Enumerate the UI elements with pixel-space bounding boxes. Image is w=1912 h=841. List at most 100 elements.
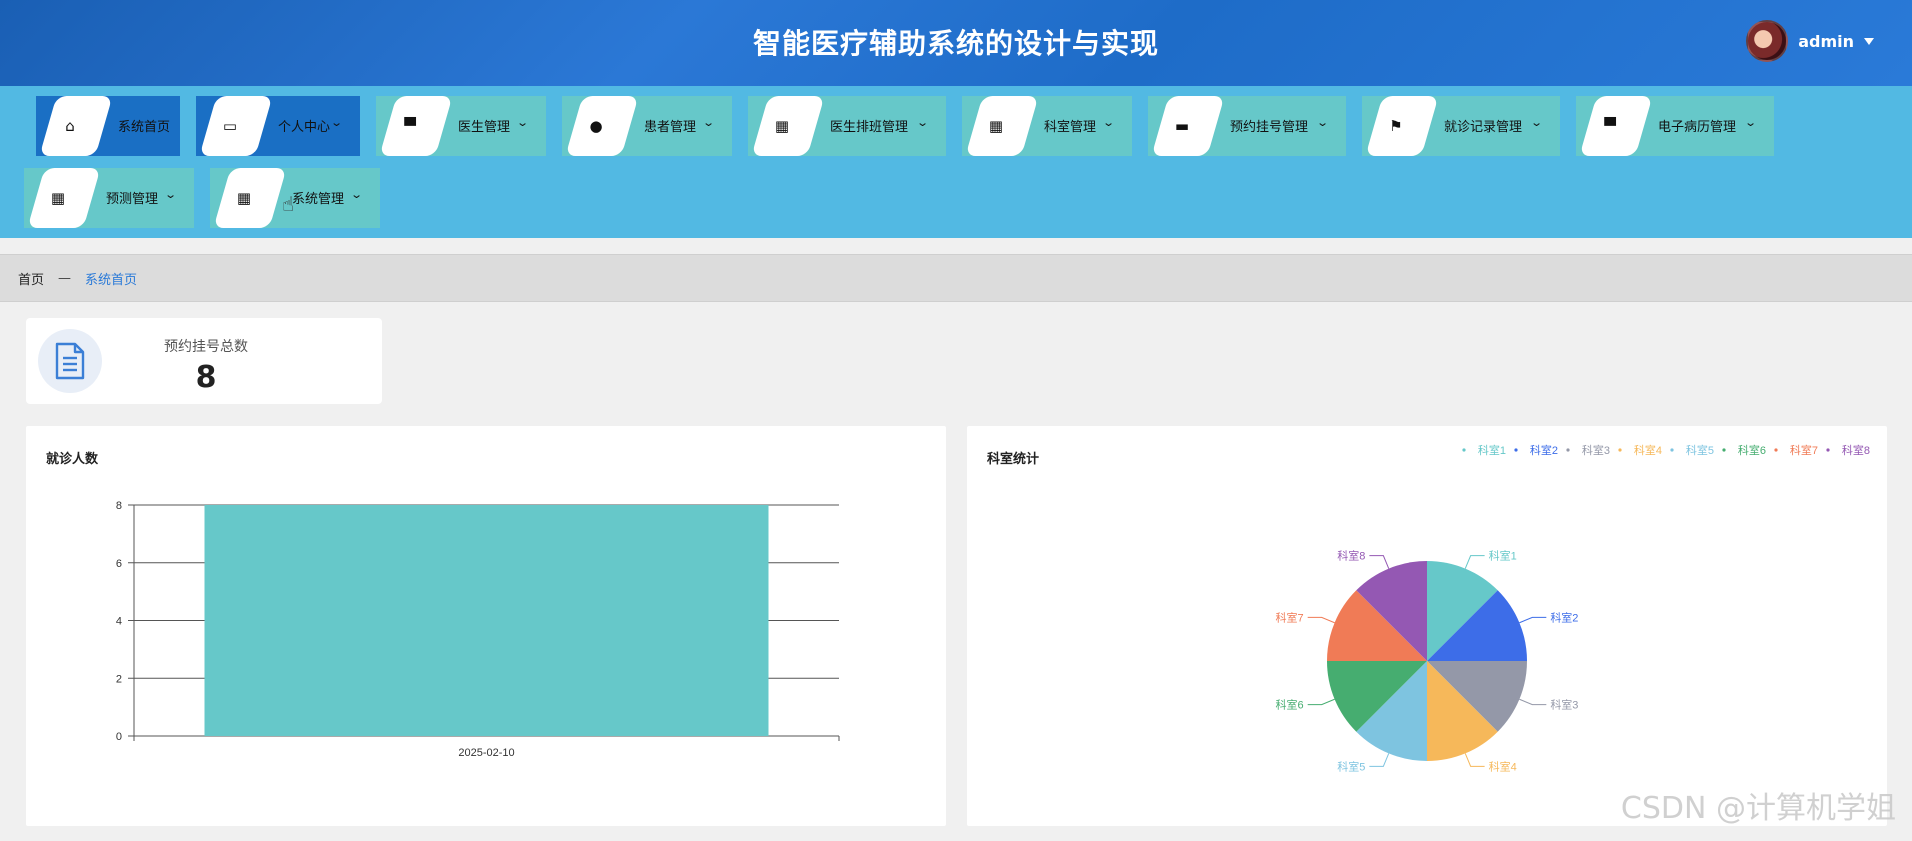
nav-item-label: 系统首页 xyxy=(118,120,171,135)
pie-label-6: 科室7 xyxy=(1276,610,1304,624)
top-header: 智能医疗辅助系统的设计与实现 admin xyxy=(0,0,1912,86)
chevron-down-icon: ⌄ xyxy=(1744,116,1758,129)
pie-leader-7 xyxy=(1369,555,1390,569)
legend-dot-0[interactable] xyxy=(1462,448,1466,452)
pie-label-4: 科室5 xyxy=(1337,759,1365,773)
nav-item-label: 科室管理 xyxy=(1044,120,1097,135)
bar-0 xyxy=(204,505,769,736)
nav-item-label: 医生管理 xyxy=(458,120,511,135)
x-tick-label-0: 2025-02-10 xyxy=(458,747,514,759)
nav-item-8[interactable]: ⚑ 就诊记录管理 ⌄ xyxy=(1362,96,1560,156)
message-icon: ▬ xyxy=(1174,117,1190,135)
bulb-icon: ● xyxy=(589,117,603,135)
pie-leader-0 xyxy=(1464,555,1485,569)
username[interactable]: admin xyxy=(1798,32,1854,51)
flag-icon: ⚑ xyxy=(1389,117,1403,135)
chevron-down-icon: ⌄ xyxy=(330,116,344,129)
watermark: CSDN @计算机学姐 xyxy=(1620,791,1896,826)
y-tick-label-4: 8 xyxy=(116,500,122,512)
legend-label-6[interactable]: 科室7 xyxy=(1790,443,1818,457)
home-icon: ⌂ xyxy=(65,117,75,135)
legend-dot-2[interactable] xyxy=(1566,448,1570,452)
pie-leader-4 xyxy=(1369,753,1390,767)
hand-cursor-icon: ☝ xyxy=(282,192,295,216)
legend-dot-3[interactable] xyxy=(1618,448,1622,452)
legend-label-1[interactable]: 科室2 xyxy=(1530,443,1558,457)
legend-dot-5[interactable] xyxy=(1722,448,1726,452)
stat-value: 8 xyxy=(195,360,217,395)
breadcrumb-current: 系统首页 xyxy=(85,272,138,288)
nav-item-label: 医生排班管理 xyxy=(830,120,909,135)
nav-item-label: 患者管理 xyxy=(644,120,697,135)
document-icon xyxy=(38,329,102,393)
grid-icon: ▦ xyxy=(774,117,790,135)
legend-dot-7[interactable] xyxy=(1826,448,1830,452)
nav-item-11[interactable]: ▦ 系统管理 ⌄ xyxy=(210,168,380,228)
pie-label-3: 科室4 xyxy=(1489,759,1517,773)
nav-item-9[interactable]: ▀ 电子病历管理 ⌄ xyxy=(1576,96,1774,156)
legend-dot-1[interactable] xyxy=(1514,448,1518,452)
chevron-down-icon: ⌄ xyxy=(1530,116,1544,129)
nav-item-1[interactable]: ⌂ 系统首页 xyxy=(36,96,180,156)
legend-label-2[interactable]: 科室3 xyxy=(1582,443,1610,457)
legend-label-3[interactable]: 科室4 xyxy=(1634,443,1662,457)
nav-item-6[interactable]: ▦ 科室管理 ⌄ xyxy=(962,96,1132,156)
pie-label-5: 科室6 xyxy=(1276,698,1304,712)
department-chart-panel: 科室统计 科室1 科室2 科室3 科室4 科室5 科室6 科室7 科室8 科室8 科室7 科室6 科室… xyxy=(967,426,1887,826)
nav-item-label: 预约挂号管理 xyxy=(1230,120,1309,135)
legend-label-7[interactable]: 科室8 xyxy=(1842,443,1870,457)
pie-leader-3 xyxy=(1464,753,1485,767)
nav-item-10[interactable]: ▦ 预测管理 ⌄ xyxy=(24,168,194,228)
grid-icon: ▦ xyxy=(988,117,1004,135)
pie-label-0: 科室1 xyxy=(1489,549,1517,563)
stat-label: 预约挂号总数 xyxy=(164,339,248,355)
chevron-down-icon: ⌄ xyxy=(702,116,716,129)
nav-item-7[interactable]: ▬ 预约挂号管理 ⌄ xyxy=(1148,96,1346,156)
chevron-down-icon: ⌄ xyxy=(1316,116,1330,129)
legend-label-0[interactable]: 科室1 xyxy=(1478,443,1506,457)
department-pie-chart: 科室1 科室2 科室3 科室4 科室5 科室6 科室7 科室8 科室8 科室7 科室6 科室5 科室4 科… xyxy=(1276,443,1870,773)
chevron-down-icon: ⌄ xyxy=(916,116,930,129)
user-menu[interactable]: admin xyxy=(1746,20,1874,62)
nav-item-2[interactable]: ▭ 个人中心 ⌄ xyxy=(196,96,360,156)
pie-leader-6 xyxy=(1307,616,1335,624)
chevron-down-icon: ⌄ xyxy=(516,116,530,129)
pie-label-1: 科室2 xyxy=(1550,610,1578,624)
brush-icon: ▀ xyxy=(404,117,416,135)
pie-leader-1 xyxy=(1519,616,1547,624)
pie-leader-5 xyxy=(1307,698,1335,706)
y-tick-label-3: 6 xyxy=(116,558,122,570)
y-tick-label-1: 2 xyxy=(116,673,122,685)
nav-item-label: 系统管理 xyxy=(292,192,345,207)
pie-leader-2 xyxy=(1519,698,1547,706)
grid-icon: ▦ xyxy=(236,189,252,207)
pie-label-7: 科室8 xyxy=(1337,549,1365,563)
y-tick-label-2: 4 xyxy=(116,616,122,628)
legend-label-5[interactable]: 科室6 xyxy=(1738,443,1766,457)
monitor-icon: ▀ xyxy=(1604,117,1616,135)
caret-down-icon[interactable] xyxy=(1864,37,1874,45)
nav-item-label: 个人中心 xyxy=(278,120,331,135)
breadcrumb-separator: — xyxy=(58,270,72,286)
nav-item-label: 预测管理 xyxy=(106,192,159,207)
visits-bar-chart: 0 2 4 6 8 2025-02-10 xyxy=(116,500,840,759)
legend-label-4[interactable]: 科室5 xyxy=(1686,443,1714,457)
visits-chart-panel: 就诊人数 0 2 4 6 8 2025-02-10 xyxy=(26,426,946,826)
nav-item-4[interactable]: ● 患者管理 ⌄ xyxy=(562,96,732,156)
legend-dot-4[interactable] xyxy=(1670,448,1674,452)
breadcrumb-home[interactable]: 首页 xyxy=(18,269,44,288)
chevron-down-icon: ⌄ xyxy=(350,188,364,201)
legend-dot-6[interactable] xyxy=(1774,448,1778,452)
nav-item-label: 电子病历管理 xyxy=(1658,120,1737,135)
nav-item-3[interactable]: ▀ 医生管理 ⌄ xyxy=(376,96,546,156)
chevron-down-icon: ⌄ xyxy=(1102,116,1116,129)
nav-item-5[interactable]: ▦ 医生排班管理 ⌄ xyxy=(748,96,946,156)
user-avatar[interactable] xyxy=(1746,20,1789,62)
app-title: 智能医疗辅助系统的设计与实现 xyxy=(752,27,1159,60)
nav-item-label: 就诊记录管理 xyxy=(1444,120,1523,135)
breadcrumb: 首页 — 系统首页 xyxy=(0,254,1912,302)
chevron-down-icon: ⌄ xyxy=(164,188,178,201)
wallet-icon: ▭ xyxy=(222,117,238,135)
stat-card-appointments: 预约挂号总数 8 xyxy=(26,318,382,404)
pie-label-2: 科室3 xyxy=(1550,698,1578,712)
